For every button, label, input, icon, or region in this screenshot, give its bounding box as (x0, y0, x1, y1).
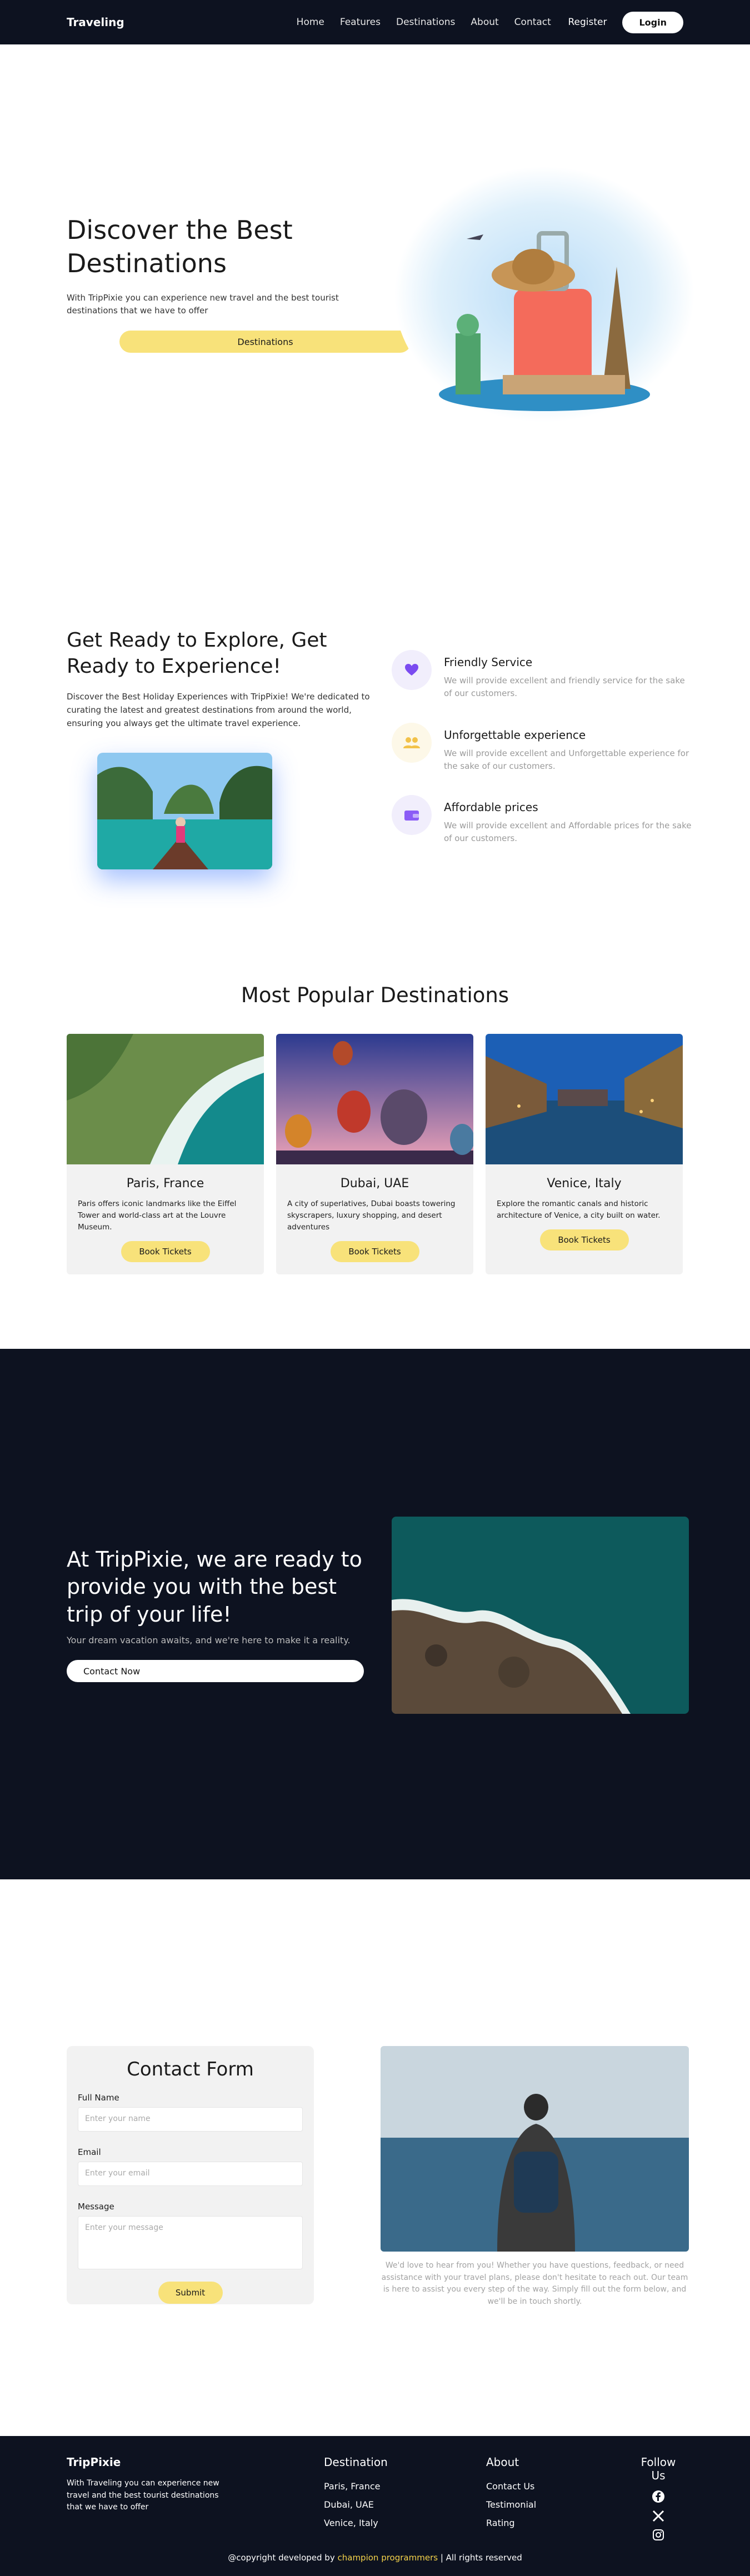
register-link[interactable]: Register (568, 17, 607, 28)
destinations-section: Most Popular Destinations Paris, France … (67, 983, 683, 1300)
footer-about-title: About (486, 2455, 519, 2469)
contact-section: Contact Form Full Name Enter your name E… (0, 2046, 750, 2313)
hero-title: Discover the Best Destinations (67, 215, 293, 278)
footer-link-contact-us[interactable]: Contact Us (486, 2481, 536, 2492)
copyright: @copyright developed by champion program… (0, 2553, 750, 2563)
cta-title: At TripPixie, we are ready to provide yo… (67, 1547, 362, 1627)
footer-brand-text: With Traveling you can experience new tr… (67, 2479, 219, 2512)
feature-title: Affordable prices (444, 801, 538, 814)
footer-link-rating[interactable]: Rating (486, 2518, 536, 2528)
nav-auth: Register Login (568, 11, 683, 33)
destination-card-venice: Venice, Italy Explore the romantic canal… (486, 1034, 683, 1274)
feature-title: Unforgettable experience (444, 728, 586, 742)
destination-name: Venice, Italy (547, 1177, 622, 1191)
footer-link-venice[interactable]: Venice, Italy (324, 2518, 388, 2528)
features-intro: Discover the Best Holiday Experiences wi… (67, 692, 370, 728)
copyright-text: @copyright developed by (228, 2553, 335, 2563)
email-label: Email (78, 2147, 101, 2157)
full-name-input[interactable]: Enter your name (78, 2107, 303, 2132)
footer-about-column: About Contact Us Testimonial Rating (486, 2455, 536, 2536)
contact-note: We'd love to hear from you! Whether you … (381, 2261, 688, 2307)
nav-link-home[interactable]: Home (297, 17, 324, 28)
x-icon[interactable] (652, 2510, 664, 2522)
top-navbar: Traveling Home Features Destinations Abo… (0, 0, 750, 44)
destination-cards: Paris, France Paris offers iconic landma… (67, 1034, 683, 1274)
footer-link-dubai[interactable]: Dubai, UAE (324, 2499, 388, 2510)
features-section: Get Ready to Explore, Get Ready to Exper… (67, 628, 692, 983)
contact-form: Contact Form Full Name Enter your name E… (67, 2046, 314, 2304)
destination-card-paris: Paris, France Paris offers iconic landma… (67, 1034, 264, 1274)
lagoon-boat-image (97, 753, 272, 869)
destinations-button[interactable]: Destinations (119, 331, 411, 353)
feature-item: Affordable prices We will provide excell… (392, 795, 692, 846)
nav-link-destinations[interactable]: Destinations (396, 17, 455, 28)
facebook-icon[interactable] (652, 2490, 665, 2503)
message-textarea[interactable]: Enter your message (78, 2216, 303, 2269)
feature-title: Friendly Service (444, 656, 533, 669)
footer-follow-column: Follow Us (633, 2455, 683, 2541)
aerial-coast-image (392, 1517, 689, 1714)
cta-band: At TripPixie, we are ready to provide yo… (0, 1349, 750, 1879)
hero-text: With TripPixie you can experience new tr… (67, 293, 339, 316)
hero-section: Discover the Best Destinations With Trip… (67, 44, 694, 628)
travel-luggage-illustration (394, 167, 694, 422)
social-links (633, 2490, 683, 2541)
wallet-icon (392, 795, 432, 835)
contact-now-button[interactable]: Contact Now (67, 1660, 364, 1682)
dubai-balloons-image (276, 1034, 473, 1164)
heart-icon (392, 650, 432, 690)
email-input[interactable]: Enter your email (78, 2162, 303, 2186)
feature-text: We will provide excellent and Affordable… (444, 821, 692, 844)
full-name-label: Full Name (78, 2093, 119, 2103)
copyright-link[interactable]: champion programmers (338, 2553, 438, 2563)
destination-text: A city of superlatives, Dubai boasts tow… (287, 1199, 456, 1232)
book-tickets-button[interactable]: Book Tickets (330, 1241, 419, 1262)
footer-destination-title: Destination (324, 2455, 388, 2469)
destination-text: Explore the romantic canals and historic… (497, 1199, 661, 1220)
destinations-title: Most Popular Destinations (241, 983, 509, 1007)
feature-list: Friendly Service We will provide excelle… (392, 650, 692, 868)
brand-logo[interactable]: Traveling (67, 16, 124, 29)
submit-button[interactable]: Submit (158, 2282, 223, 2304)
venice-canal-image (486, 1034, 683, 1164)
book-tickets-button[interactable]: Book Tickets (539, 1229, 629, 1251)
footer-follow-title: Follow Us (641, 2455, 676, 2482)
contact-form-title: Contact Form (127, 2058, 254, 2080)
destination-name: Paris, France (126, 1177, 204, 1191)
feature-text: We will provide excellent and friendly s… (444, 676, 685, 699)
feature-text: We will provide excellent and Unforgetta… (444, 748, 689, 771)
nav-link-about[interactable]: About (471, 17, 498, 28)
footer: TripPixie With Traveling you can experie… (0, 2436, 750, 2576)
hiker-sea-image (381, 2046, 689, 2252)
destination-name: Dubai, UAE (340, 1177, 409, 1191)
destination-card-dubai: Dubai, UAE A city of superlatives, Dubai… (276, 1034, 473, 1274)
footer-brand: TripPixie (67, 2455, 121, 2469)
instagram-icon[interactable] (652, 2529, 664, 2541)
nav-link-contact[interactable]: Contact (514, 17, 551, 28)
paris-coast-image (67, 1034, 264, 1164)
copyright-suffix: | All rights reserved (440, 2553, 522, 2563)
message-label: Message (78, 2202, 114, 2212)
footer-brand-column: TripPixie With Traveling you can experie… (67, 2455, 222, 2514)
features-title: Get Ready to Explore, Get Ready to Exper… (67, 629, 327, 678)
footer-destination-column: Destination Paris, France Dubai, UAE Ven… (324, 2455, 388, 2536)
nav-menu: Home Features Destinations About Contact (297, 17, 551, 28)
users-icon (392, 722, 432, 763)
book-tickets-button[interactable]: Book Tickets (121, 1241, 210, 1262)
cta-text: Your dream vacation awaits, and we're he… (67, 1635, 351, 1645)
footer-link-paris[interactable]: Paris, France (324, 2481, 388, 2492)
destination-text: Paris offers iconic landmarks like the E… (78, 1199, 237, 1232)
feature-item: Friendly Service We will provide excelle… (392, 650, 692, 701)
feature-item: Unforgettable experience We will provide… (392, 722, 692, 773)
login-button[interactable]: Login (622, 11, 683, 33)
nav-link-features[interactable]: Features (340, 17, 381, 28)
footer-link-testimonial[interactable]: Testimonial (486, 2499, 536, 2510)
